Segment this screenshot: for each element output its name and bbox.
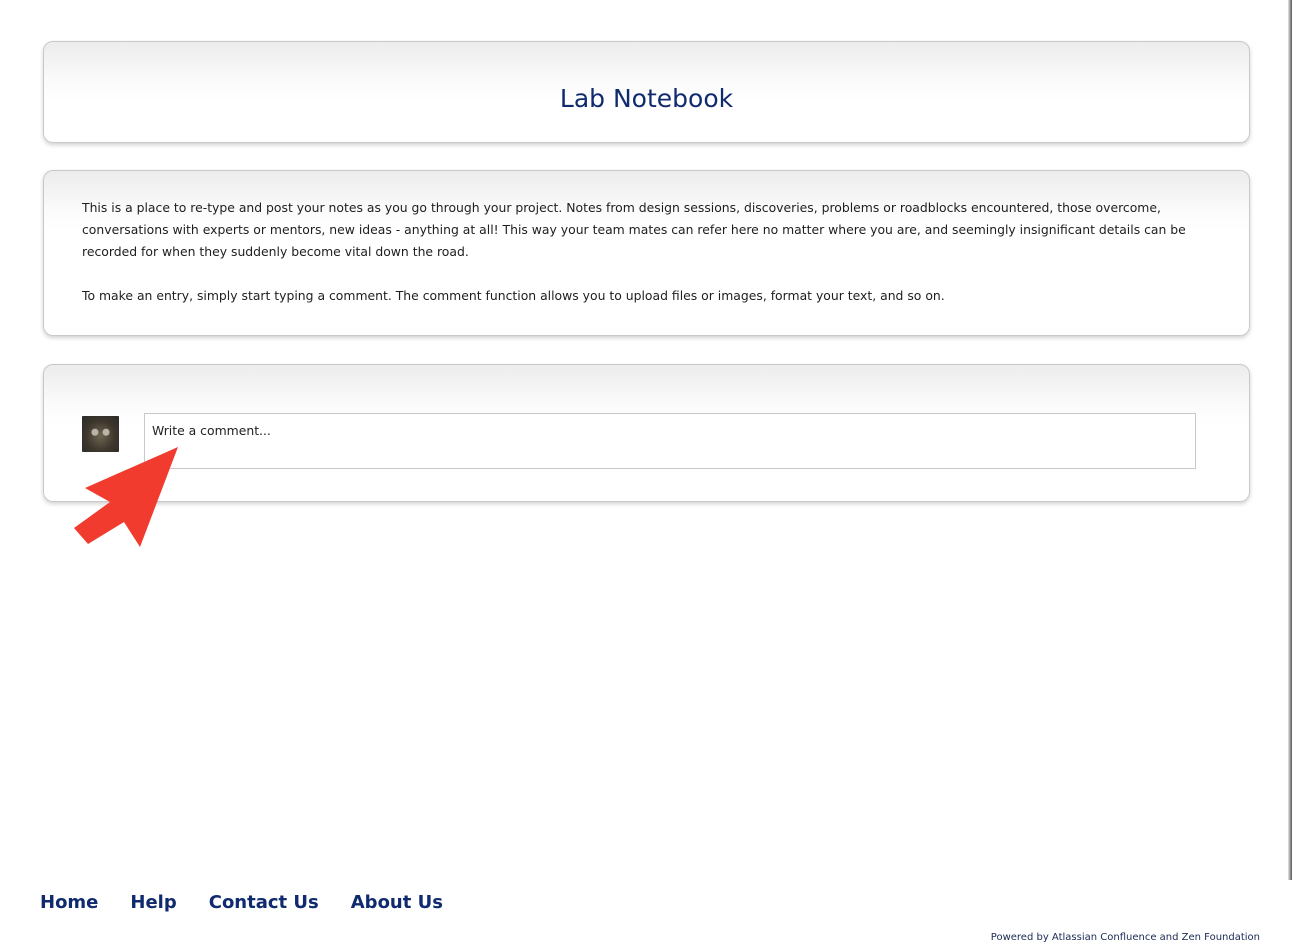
footer-link-contact-us[interactable]: Contact Us [209, 890, 319, 916]
page-title: Lab Notebook [559, 84, 734, 113]
comment-input[interactable]: Write a comment... [144, 413, 1196, 469]
description-paragraph: To make an entry, simply start typing a … [82, 288, 945, 303]
description-text: This is a place to re-type and post your… [82, 197, 1219, 307]
description-panel: This is a place to re-type and post your… [43, 170, 1250, 336]
window-edge-shadow [1288, 0, 1292, 880]
comment-panel: Write a comment... [43, 364, 1250, 502]
arrow-icon [74, 447, 178, 547]
page: Lab Notebook This is a place to re-type … [0, 0, 1292, 945]
footer-link-home[interactable]: Home [40, 890, 98, 916]
footer-link-about-us[interactable]: About Us [351, 890, 443, 916]
description-paragraph: This is a place to re-type and post your… [82, 200, 1186, 259]
footer-link-help[interactable]: Help [130, 890, 176, 916]
footer-nav: Home Help Contact Us About Us [40, 890, 475, 916]
powered-by-text: Powered by Atlassian Confluence and Zen … [990, 932, 1260, 943]
title-panel: Lab Notebook [43, 41, 1250, 143]
